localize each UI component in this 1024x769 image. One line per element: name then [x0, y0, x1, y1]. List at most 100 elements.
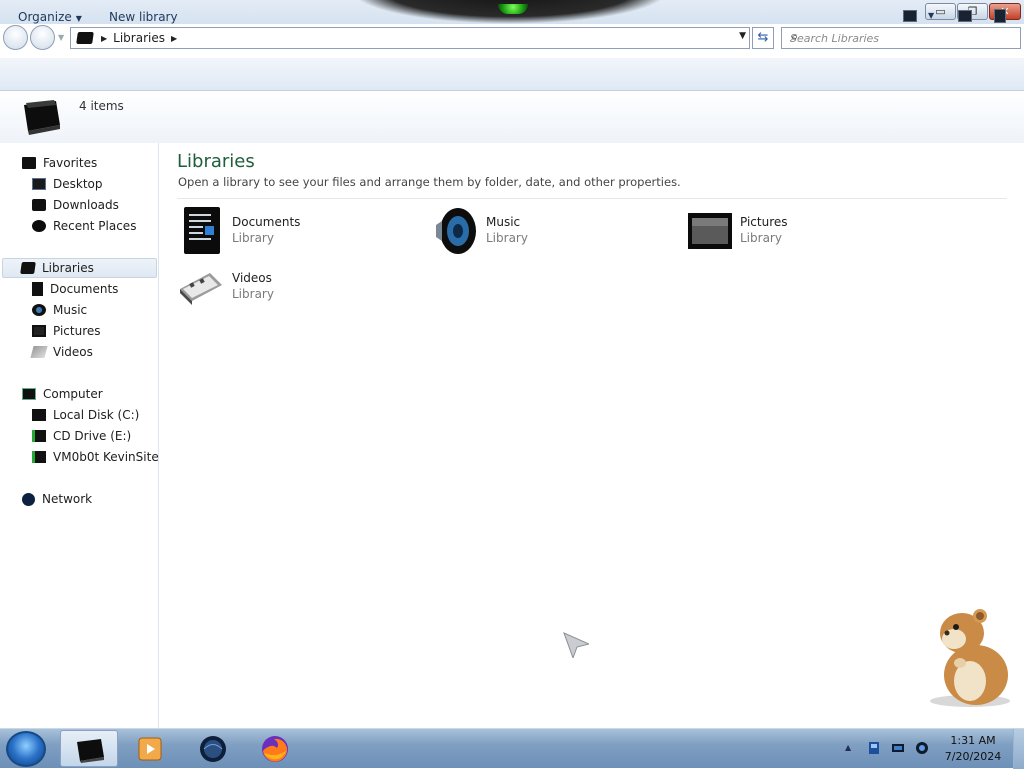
show-hidden-icons-button[interactable]: ▲ — [845, 743, 851, 752]
library-tile-documents[interactable]: Documents Library — [180, 207, 420, 259]
pictures-nav-icon — [32, 325, 46, 337]
network-drive-icon — [32, 451, 46, 463]
nav-documents[interactable]: Documents — [32, 279, 118, 299]
hamster-mascot-icon — [930, 609, 1010, 707]
tile-name: Pictures — [740, 215, 788, 229]
recent-pages-dropdown-icon[interactable]: ▼ — [58, 33, 64, 42]
tile-type: Library — [232, 287, 274, 301]
search-box[interactable]: Search Libraries ⌕ — [781, 27, 1021, 49]
videos-icon — [180, 273, 222, 305]
taskbar-explorer-button[interactable] — [60, 730, 118, 767]
firefox-icon — [262, 736, 288, 762]
start-button-windows-icon[interactable] — [6, 731, 46, 767]
organize-dropdown-icon: ▼ — [75, 14, 82, 23]
new-library-button[interactable]: New library — [109, 10, 178, 24]
nav-documents-label: Documents — [50, 282, 119, 296]
page-title: Libraries — [177, 151, 255, 172]
libraries-icon — [76, 32, 94, 44]
breadcrumb-chevron-icon[interactable]: ▶ — [171, 34, 177, 43]
nav-desktop[interactable]: Desktop — [32, 174, 103, 194]
nav-music[interactable]: Music — [32, 300, 87, 320]
tile-type: Library — [740, 231, 782, 245]
pictures-icon — [688, 213, 732, 249]
preview-pane-icon[interactable] — [958, 10, 972, 22]
nav-cd-drive-label: CD Drive (E:) — [53, 429, 132, 443]
content-area: Libraries Open a library to see your fil… — [160, 143, 1024, 728]
show-desktop-button[interactable] — [1013, 729, 1024, 769]
search-icon[interactable]: ⌕ — [790, 30, 1015, 45]
nav-music-label: Music — [53, 303, 88, 317]
library-tile-pictures[interactable]: Pictures Library — [688, 207, 928, 259]
library-tile-videos[interactable]: Videos Library — [180, 263, 420, 315]
explorer-taskbar-icon — [77, 739, 104, 763]
nav-downloads-label: Downloads — [53, 198, 119, 212]
nav-favorites[interactable]: Favorites — [22, 153, 97, 173]
taskbar-firefox-button[interactable] — [246, 730, 304, 767]
details-header — [0, 91, 1024, 143]
clock-date: 7/20/2024 — [944, 750, 1002, 763]
back-button[interactable] — [3, 25, 28, 50]
command-bar — [0, 58, 1024, 91]
mouse-cursor-icon — [563, 632, 589, 658]
globe-browser-icon — [200, 736, 226, 762]
videos-nav-icon — [30, 346, 48, 358]
navigation-pane: Favorites Desktop Downloads Recent Place… — [0, 143, 159, 728]
music-nav-icon — [32, 304, 46, 316]
network-icon — [22, 492, 35, 506]
tile-name: Videos — [232, 271, 272, 285]
media-player-icon — [138, 737, 162, 761]
nav-network-label: Network — [42, 492, 93, 506]
view-options-dropdown-icon[interactable]: ▼ — [928, 11, 934, 20]
nav-pictures-label: Pictures — [53, 324, 101, 338]
nav-downloads[interactable]: Downloads — [32, 195, 119, 215]
music-icon — [436, 208, 476, 254]
nav-pictures[interactable]: Pictures — [32, 321, 101, 341]
tile-type: Library — [232, 231, 274, 245]
volume-tray-icon[interactable] — [915, 741, 929, 755]
organize-label: Organize — [18, 10, 72, 24]
breadcrumb-libraries[interactable]: Libraries — [113, 31, 165, 45]
nav-videos-label: Videos — [53, 345, 93, 359]
nav-network[interactable]: Network — [22, 489, 92, 509]
refresh-button[interactable]: ⇆ — [752, 27, 774, 49]
tile-name: Documents — [232, 215, 301, 229]
nav-local-disk[interactable]: Local Disk (C:) — [32, 405, 139, 425]
page-subtitle: Open a library to see your files and arr… — [178, 175, 681, 189]
action-center-flag-icon[interactable] — [867, 741, 881, 755]
recent-places-icon — [32, 220, 46, 232]
desktop-icon — [32, 178, 46, 190]
nav-videos[interactable]: Videos — [30, 342, 93, 362]
item-count: 4 items — [79, 99, 124, 113]
tile-name: Music — [486, 215, 521, 229]
help-icon[interactable] — [994, 9, 1006, 23]
hard-drive-icon — [32, 409, 46, 421]
organize-menu-button[interactable]: Organize ▼ — [18, 10, 82, 24]
network-tray-icon[interactable] — [891, 741, 905, 755]
tile-type: Library — [486, 231, 528, 245]
explorer-window: ▭ ❐ ✕ ▼ ▶ Libraries ▶ ▼ ⇆ Search Librari… — [0, 0, 1024, 728]
taskbar-media-player-button[interactable] — [122, 730, 180, 767]
nav-libraries[interactable]: Libraries — [2, 258, 157, 278]
forward-button[interactable] — [30, 25, 55, 50]
libraries-large-icon — [24, 100, 60, 135]
downloads-icon — [32, 199, 46, 211]
clock-time: 1:31 AM — [950, 734, 996, 747]
nav-computer[interactable]: Computer — [22, 384, 103, 404]
library-tile-music[interactable]: Music Library — [434, 207, 674, 259]
system-clock[interactable]: 1:31 AM 7/20/2024 — [938, 733, 1008, 765]
favorites-star-icon — [22, 157, 36, 169]
computer-icon — [22, 388, 36, 400]
taskbar-browser-dark-button[interactable] — [184, 730, 242, 767]
nav-cd-drive[interactable]: CD Drive (E:) — [32, 426, 131, 446]
address-bar[interactable]: ▶ Libraries ▶ ▼ — [70, 27, 750, 49]
nav-recent-places[interactable]: Recent Places — [32, 216, 136, 236]
address-history-dropdown-icon[interactable]: ▼ — [739, 31, 746, 41]
breadcrumb-separator-icon[interactable]: ▶ — [101, 34, 107, 43]
header-divider — [177, 198, 1007, 199]
documents-icon — [184, 207, 220, 254]
nav-libraries-label: Libraries — [42, 261, 94, 275]
documents-nav-icon — [32, 282, 43, 296]
nav-computer-label: Computer — [43, 387, 103, 401]
nav-network-share[interactable]: VM0b0t KevinSite — [32, 447, 159, 467]
change-view-icon[interactable] — [903, 10, 917, 22]
